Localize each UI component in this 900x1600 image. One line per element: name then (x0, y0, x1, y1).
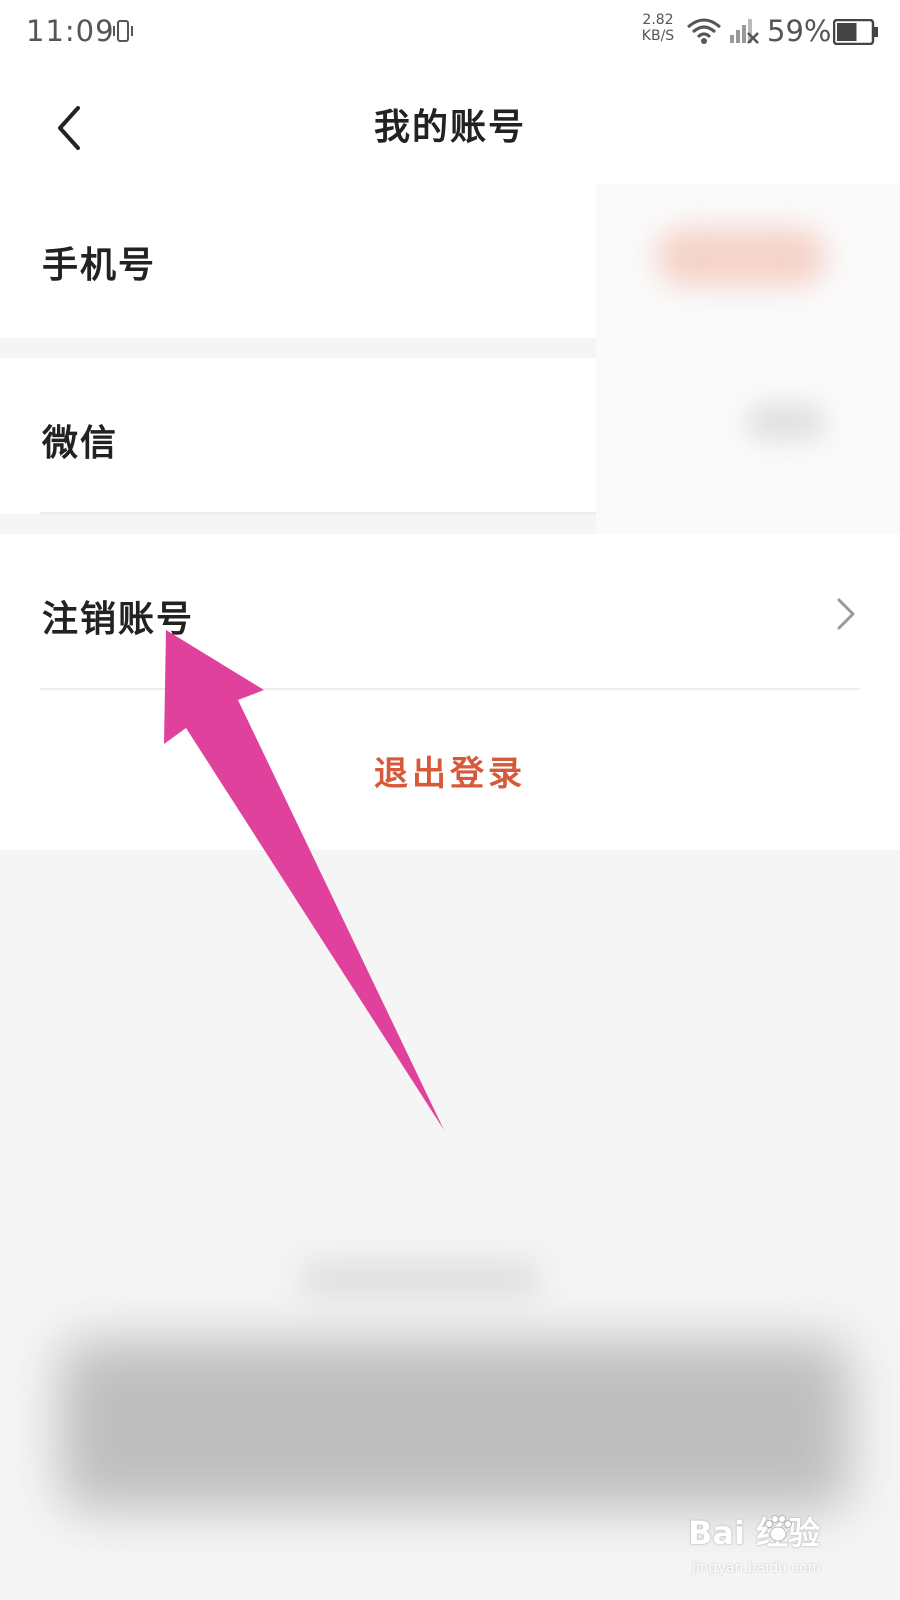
arrow-annotation (164, 630, 444, 1130)
watermark: Bai 经验 jingyan.baidu.com (688, 1508, 868, 1588)
watermark-url: jingyan.baidu.com (692, 1560, 822, 1576)
paw-icon (763, 1514, 793, 1548)
watermark-text: Bai 经验 (688, 1514, 821, 1552)
